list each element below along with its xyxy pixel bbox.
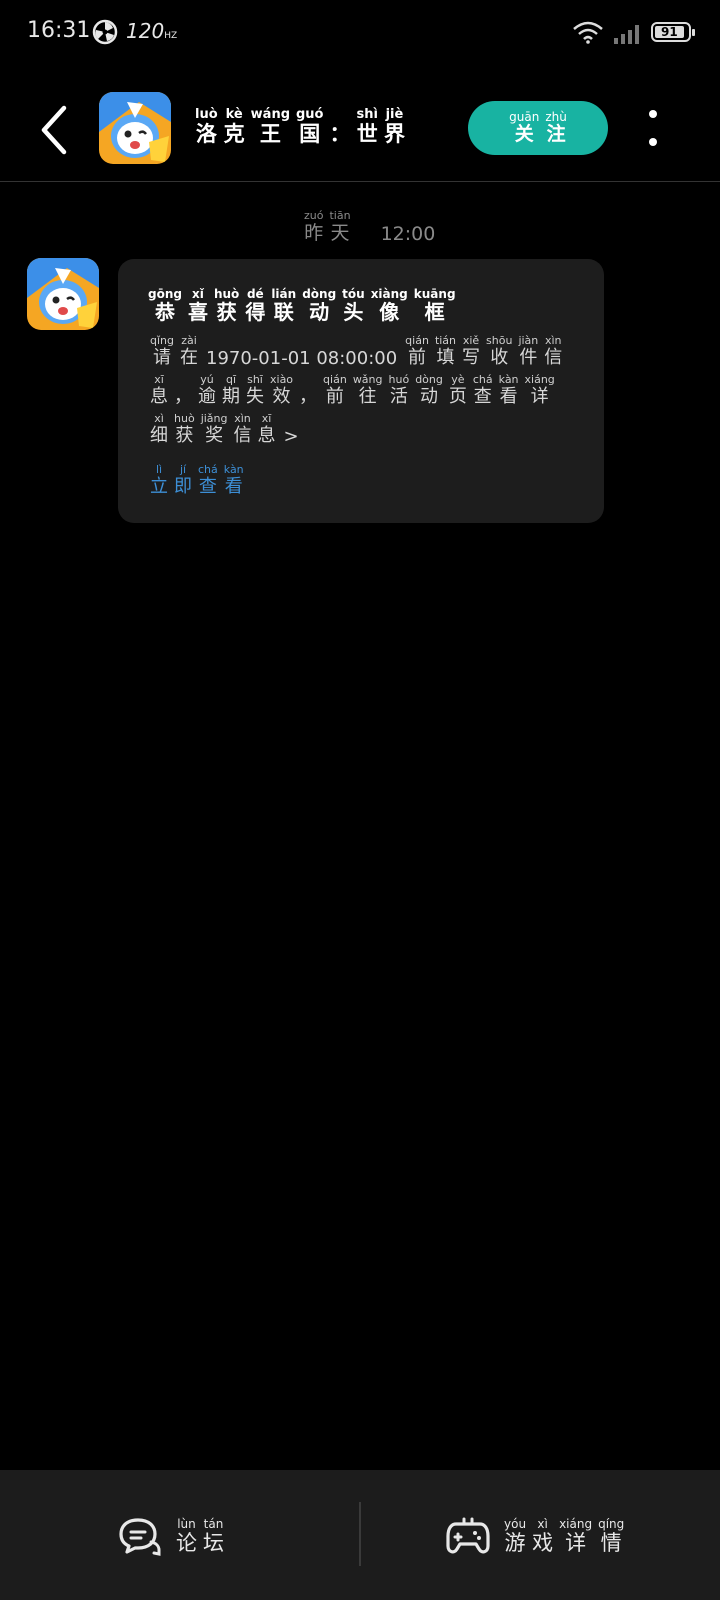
title-char: guó 国 — [296, 107, 324, 147]
game-label-char: qíng 情 — [598, 1516, 625, 1555]
battery-icon: 91 — [651, 22, 695, 42]
timestamp-day-char: zuó 昨 — [304, 209, 324, 244]
message-text-char: huò 获 — [174, 412, 195, 446]
message-title-char: tóu 头 — [342, 287, 365, 324]
message-text-char: tián 填 — [434, 334, 457, 368]
message-text-char: kàn 看 — [498, 373, 519, 407]
message-text-char: qǐng 请 — [150, 334, 174, 368]
message-line-2: xī 息 ， yú 逾 qī 期 shī 失 xiào 效 ， qián 前 wǎng 往 huó 活 dòng… — [150, 373, 555, 408]
follow-label-char: zhù 注 — [545, 110, 567, 146]
message-text-char: xì 细 — [150, 412, 168, 446]
message-text-char: qián 前 — [323, 373, 347, 407]
fan-icon — [92, 19, 118, 45]
message-text-char: shī 失 — [246, 373, 264, 407]
game-label-char: xì 戏 — [532, 1516, 554, 1555]
message-text-char: yú 逾 — [198, 373, 216, 407]
title-char: shì 世 — [356, 107, 378, 147]
message-text-char: qī 期 — [222, 373, 240, 407]
game-avatar[interactable] — [99, 92, 171, 164]
refresh-rate: 120HZ — [126, 19, 178, 43]
view-now-char: jí 即 — [174, 463, 192, 497]
title-char: kè 克 — [223, 107, 245, 147]
wifi-icon — [573, 21, 603, 44]
message-text-char: xī 息 — [150, 373, 168, 407]
message-title-char: kuāng 框 — [413, 287, 456, 324]
tab-game-label: yóu 游 xì 戏 xiáng 详 qíng 情 — [504, 1517, 624, 1555]
message-line-3: xì 细 huò 获 jiǎng 奖 xìn 信 xī 息 > — [150, 412, 301, 447]
message-text-char: jiǎng 奖 — [200, 412, 228, 446]
message-title: gōng 恭 xǐ 喜 huò 获 dé 得 lián 联 dòng 动 tóu 头 xiàng 像 kuāng… — [148, 287, 456, 324]
message-line-1: qǐng 请 zài 在 1970-01-01 08:00:00 qián 前 tián 填… — [150, 334, 562, 369]
title-char: jiè 界 — [383, 107, 405, 147]
battery-level: 91 — [661, 25, 678, 39]
title-char: ： — [329, 122, 351, 146]
header-divider — [0, 181, 720, 182]
timestamp-time: 12:00 — [380, 222, 436, 245]
message-text-char: zài 在 — [180, 334, 198, 368]
game-label-char: yóu 游 — [504, 1516, 527, 1555]
message-text-char: xiào 效 — [270, 373, 294, 407]
follow-label-char: guān 关 — [509, 110, 540, 146]
forum-label-char: lùn 论 — [176, 1516, 197, 1555]
message-text-char: xī 息 — [257, 412, 276, 446]
title-char: wáng 王 — [250, 107, 290, 147]
message-timestamp: zuó 昨 tiān 天 12:00 — [304, 209, 435, 245]
message-title-char: gōng 恭 — [148, 287, 182, 324]
message-text-char: ， — [174, 386, 192, 407]
message-title-char: huò 获 — [213, 287, 240, 324]
message-text-char: dòng 动 — [415, 373, 443, 407]
view-now-char: lì 立 — [150, 463, 168, 497]
message-text-char: xiáng 详 — [524, 373, 555, 407]
forum-label-char: tán 坛 — [203, 1516, 224, 1555]
message-text-char: xiě 写 — [462, 334, 481, 368]
chat-bubble-icon — [119, 1518, 161, 1556]
message-title-char: xǐ 喜 — [187, 287, 208, 324]
view-now-char: kàn 看 — [223, 463, 244, 497]
page-title: luò 洛 kè 克 wáng 王 guó 国 ： shì 世 jiè 界 — [195, 107, 405, 147]
deadline-date: 1970-01-01 08:00:00 — [206, 347, 398, 369]
view-now-link[interactable]: lì 立 jí 即 chá 查 kàn 看 — [150, 463, 244, 498]
tab-forum[interactable]: lùn 论 tán 坛 — [118, 1516, 224, 1556]
sender-avatar[interactable] — [27, 258, 99, 330]
message-text-char: jiàn 件 — [518, 334, 539, 368]
bottom-divider — [359, 1502, 361, 1566]
message-title-char: xiàng 像 — [370, 287, 408, 324]
message-text-char: wǎng 往 — [352, 373, 383, 407]
message-title-char: lián 联 — [271, 287, 297, 324]
detail-arrow: > — [283, 425, 299, 447]
more-vertical-icon[interactable] — [646, 110, 660, 146]
message-title-char: dòng 动 — [302, 287, 337, 324]
timestamp-day-char: tiān 天 — [329, 209, 351, 244]
view-now-char: chá 查 — [198, 463, 218, 497]
gamepad-icon — [446, 1517, 490, 1554]
message-text-char: chá 查 — [472, 373, 493, 407]
message-text-char: xìn 信 — [544, 334, 563, 368]
status-time: 16:31 — [27, 18, 91, 43]
tab-game-details[interactable]: yóu 游 xì 戏 xiáng 详 qíng 情 — [446, 1516, 624, 1556]
message-text-char: xìn 信 — [233, 412, 252, 446]
title-char: luò 洛 — [195, 107, 218, 147]
signal-icon — [614, 25, 639, 44]
message-text-char: huó 活 — [388, 373, 410, 407]
message-text-char: qián 前 — [405, 334, 429, 368]
game-label-char: xiáng 详 — [559, 1516, 593, 1555]
message-text-char: ， — [299, 386, 318, 407]
follow-button[interactable]: guān 关 zhù 注 — [468, 101, 608, 155]
message-title-char: dé 得 — [245, 287, 266, 324]
tab-forum-label: lùn 论 tán 坛 — [176, 1517, 224, 1555]
message-text-char: yè 页 — [448, 373, 467, 407]
chevron-left-icon[interactable] — [38, 104, 70, 156]
message-text-char: shōu 收 — [486, 334, 513, 368]
